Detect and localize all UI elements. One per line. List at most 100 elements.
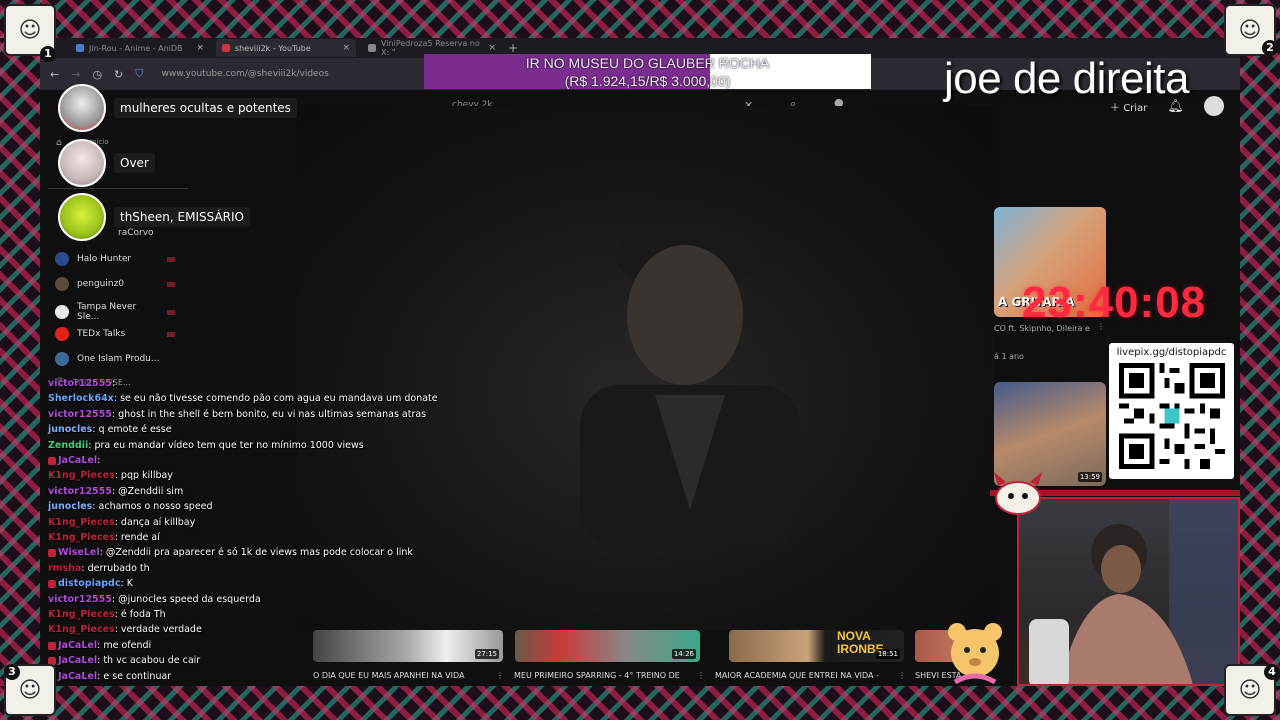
video-duration: 18:51 — [875, 649, 900, 659]
sidebar-item-subscription[interactable]: TEDx Talks — [55, 327, 175, 341]
live-icon — [167, 309, 175, 315]
live-icon — [167, 256, 175, 262]
chat-username[interactable]: K1ng_Pieces — [48, 517, 115, 528]
goal-title: IR NO MUSEU DO GLAUBER ROCHA — [525, 54, 770, 71]
webcam-feed — [1017, 497, 1240, 686]
chat-username[interactable]: JaCaLel — [58, 671, 97, 682]
chat-username[interactable]: JaCaLel — [58, 640, 97, 651]
sidebar-item-subscription[interactable]: One Islam Produ... — [55, 352, 175, 366]
chat-username[interactable]: K1ng_Pieces — [48, 470, 115, 481]
chat-message: K1ng_Pieces: dança aí killbay — [48, 517, 195, 529]
decorative-border-right — [1240, 38, 1280, 686]
close-icon[interactable]: × — [342, 43, 350, 53]
chat-message: JaCaLel: th vc acabou de cair — [48, 655, 200, 667]
chat-text: @junocles speed da esquerda — [118, 594, 261, 605]
chat-badge-icon — [48, 641, 56, 650]
shield-icon[interactable]: ⛉ — [135, 67, 143, 81]
chat-text: q emote é esse — [98, 424, 172, 435]
channel-avatar — [55, 352, 69, 366]
browser-tab-active[interactable]: sheviii2k - YouTube × — [216, 39, 356, 57]
chat-message: victor12555: — [48, 378, 115, 390]
chat-username[interactable]: junocles — [48, 501, 92, 512]
recommended-age: á 1 ano — [994, 352, 1024, 361]
chat-username[interactable]: rmsha — [48, 563, 81, 574]
chat-badge-icon — [48, 548, 56, 557]
chat-username[interactable]: Zenddii — [48, 440, 88, 451]
reload-icon[interactable]: ↻ — [114, 68, 123, 81]
close-icon[interactable]: × — [488, 43, 496, 53]
video-duration: 27:15 — [474, 649, 499, 659]
youtube-favicon-icon — [222, 44, 230, 52]
sidebar-item-subscription[interactable]: penguinz0 — [55, 277, 175, 291]
chat-message: victor12555: @Zenddii sim — [48, 486, 183, 498]
chat-username[interactable]: K1ng_Pieces — [48, 609, 115, 620]
chat-text: derrubado th — [87, 563, 150, 574]
video-title[interactable]: MEU PRIMEIRO SPARRING - 4° TREINO DE — [514, 671, 680, 680]
avatar[interactable] — [1203, 96, 1224, 116]
live-icon — [167, 331, 175, 337]
chat-username[interactable]: victor12555 — [48, 594, 112, 605]
history-icon[interactable]: ◷ — [92, 68, 102, 81]
chat-username[interactable]: distopiapdc — [58, 578, 120, 589]
chat-message: junocles: achamos o nosso speed — [48, 501, 213, 513]
chat-text: se eu não tivesse comendo pão com agua e… — [120, 393, 438, 404]
chat-message: junocles: q emote é esse — [48, 424, 172, 436]
chat-text: dança aí killbay — [120, 517, 196, 528]
chat-username[interactable]: JaCaLel — [58, 455, 97, 466]
chat-text: rende aí — [120, 532, 160, 543]
video-thumbnail[interactable]: 14:26 — [515, 630, 700, 662]
chat-username[interactable]: JaCaLel — [58, 655, 97, 666]
chat-username[interactable]: victor12555 — [48, 409, 112, 420]
chat-text: me ofendi — [103, 640, 152, 651]
chat-message: Sherlock64x: se eu não tivesse comendo p… — [48, 393, 438, 405]
chat-message: JaCaLel: me ofendi — [48, 640, 151, 652]
chat-username[interactable]: WiseLel — [58, 547, 100, 558]
video-title[interactable]: MAIOR ACADEMIA QUE ENTREI NA VIDA - — [715, 671, 879, 680]
address-bar[interactable]: www.youtube.com/@sheviii2k/videos — [162, 69, 329, 79]
clock: 23:40:08 — [1022, 278, 1207, 327]
channel-name: Tampa Never Sle... — [77, 302, 137, 322]
chat-username[interactable]: victor12555 — [48, 486, 112, 497]
create-label: Criar — [1123, 102, 1148, 114]
chat-message: JaCaLel: e se continuar — [48, 671, 171, 683]
more-icon[interactable]: ⋮ — [697, 671, 705, 680]
chat-message: distopiapdc: K — [48, 578, 133, 590]
forward-icon[interactable]: → — [71, 68, 80, 81]
sidebar-item-subscription[interactable]: Tampa Never Sle... — [55, 302, 175, 322]
sidebar-item-subscription[interactable]: Halo Hunter — [55, 252, 175, 266]
chat-username[interactable]: Sherlock64x — [48, 393, 114, 404]
back-icon[interactable]: ← — [50, 68, 59, 81]
channel-name: One Islam Produ... — [77, 354, 160, 364]
chat-username[interactable]: victor12555 — [48, 378, 112, 389]
more-icon[interactable]: ⋮ — [898, 671, 906, 680]
chat-badge-icon — [48, 579, 56, 588]
chat-text: pqp killbay — [120, 470, 173, 481]
alert-notification: Over — [58, 139, 155, 187]
qr-code-icon — [1119, 363, 1225, 469]
livepix-qr-panel: livepix.gg/distopiapdc — [1109, 343, 1234, 479]
video-thumbnail[interactable]: NOVA IRONBE 18:51 — [729, 630, 904, 662]
close-icon[interactable]: × — [196, 43, 204, 53]
chat-username[interactable]: junocles — [48, 424, 92, 435]
chat-message: K1ng_Pieces: rende aí — [48, 532, 160, 544]
chat-text: ghost in the shell é bem bonito, eu vi n… — [118, 409, 427, 420]
stream-title: joe de direita — [944, 54, 1189, 103]
divider — [48, 188, 188, 189]
chat-text: th vc acabou de cair — [103, 655, 201, 666]
chat-text: verdade verdade — [120, 624, 202, 635]
chat-message: K1ng_Pieces: pqp killbay — [48, 470, 173, 482]
devil-sticker-icon — [994, 472, 1042, 515]
chat-username[interactable]: K1ng_Pieces — [48, 624, 115, 635]
browser-tab[interactable]: Jin-Rou - Anime - AniDB × — [70, 39, 210, 57]
donation-goal-banner: IR NO MUSEU DO GLAUBER ROCHA (R$ 1.924,1… — [424, 54, 871, 89]
more-icon[interactable]: ⋮ — [496, 671, 504, 680]
chat-username[interactable]: K1ng_Pieces — [48, 532, 115, 543]
chat-separator: : — [97, 455, 101, 466]
live-icon — [167, 281, 175, 287]
tab-label: sheviii2k - YouTube — [235, 43, 311, 53]
chat-text: @Zenddii sim — [118, 486, 184, 497]
new-tab-icon[interactable]: + — [508, 41, 518, 55]
goal-progress-text: (R$ 1.924,15/R$ 3.000,00) — [564, 72, 731, 89]
decorative-border-bottom — [0, 686, 1280, 720]
alert-avatar — [58, 139, 106, 187]
